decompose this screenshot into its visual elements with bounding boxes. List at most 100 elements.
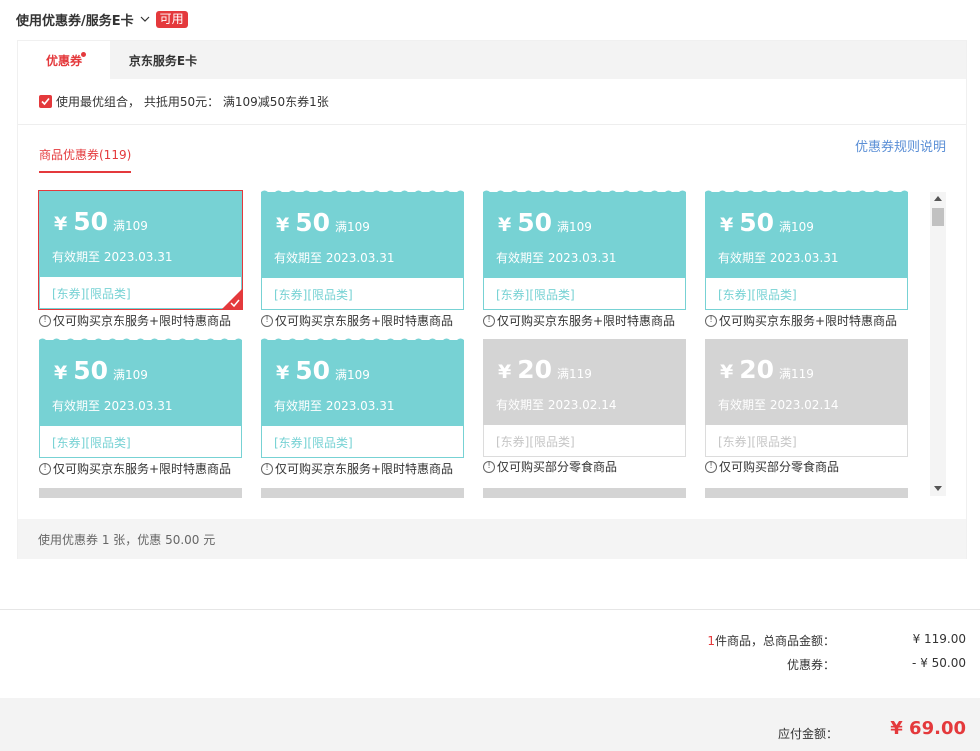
tab-service-ecard-label: 京东服务E卡 <box>128 53 198 68</box>
check-icon <box>41 97 50 106</box>
currency-symbol: ¥ <box>276 214 290 236</box>
coupon-footer: [东券][限品类] <box>483 278 686 310</box>
best-combo-row: 使用最优组合， 共抵用50元： 满109减50东券1张 <box>18 79 966 125</box>
coupon-threshold: 满119 <box>557 367 592 381</box>
coupon-footer: [东券][限品类] <box>39 426 242 458</box>
currency-symbol: ¥ <box>720 361 734 383</box>
goods-total-label: 1件商品，总商品金额： <box>707 632 835 649</box>
coupon-threshold: 满109 <box>113 219 148 233</box>
coupon-tag: [东券][限品类] <box>718 288 797 302</box>
coupon-value: 50 <box>295 356 331 385</box>
coupon-note-text: 仅可购买京东服务+限时特惠商品 <box>275 314 454 328</box>
coupon-tag: [东券][限品类] <box>274 288 353 302</box>
coupon-face: ¥ 50 满109 有效期至 2023.03.31 <box>483 190 686 278</box>
coupon-note: ! 仅可购买京东服务+限时特惠商品 <box>39 460 231 477</box>
goods-total-label-text: 件商品，总商品金额： <box>714 634 835 648</box>
coupon-card[interactable]: ¥ 50 满109 有效期至 2023.03.31 [东券][限品类] <box>261 190 464 310</box>
scrollbar-thumb[interactable] <box>932 208 944 226</box>
item-count: 1 <box>707 634 715 648</box>
tab-service-ecard[interactable]: 京东服务E卡 <box>110 41 216 79</box>
coupon-note: ! 仅可购买京东服务+限时特惠商品 <box>261 460 453 477</box>
coupon-list-scrollbar[interactable] <box>930 192 946 496</box>
coupon-validity: 有效期至 2023.03.31 <box>274 251 395 265</box>
coupon-card-partial[interactable] <box>483 488 686 498</box>
coupon-footer: [东券][限品类] <box>705 278 908 310</box>
coupon-card-disabled: ¥ 20 满119 有效期至 2023.02.14 [东券][限品类] <box>705 339 908 457</box>
payment-footer: 应付金额： ¥ 69.00 <box>0 698 980 751</box>
tab-coupons[interactable]: 优惠券 <box>18 41 110 79</box>
tab-coupons-label: 优惠券 <box>45 53 82 68</box>
coupon-tag: [东券][限品类] <box>52 436 131 450</box>
coupon-value: 50 <box>517 208 553 237</box>
info-icon: ! <box>261 314 273 327</box>
coupon-face: ¥ 20 满119 有效期至 2023.02.14 <box>483 339 686 425</box>
coupon-validity: 有效期至 2023.03.31 <box>496 251 617 265</box>
coupon-panel: 优惠券 京东服务E卡 使用最优组合， 共抵用50元： 满109减50东券1张 商… <box>17 40 967 559</box>
coupon-validity: 有效期至 2023.02.14 <box>718 398 839 412</box>
coupon-note-text: 仅可购买部分零食商品 <box>719 460 840 474</box>
coupon-card-disabled: ¥ 20 满119 有效期至 2023.02.14 [东券][限品类] <box>483 339 686 457</box>
amount-due-label: 应付金额： <box>777 727 838 741</box>
coupon-validity: 有效期至 2023.03.31 <box>52 399 173 413</box>
new-dot-indicator <box>81 52 86 57</box>
currency-symbol: ¥ <box>54 362 68 384</box>
coupon-footer: [东券][限品类] <box>483 425 686 457</box>
currency-symbol: ¥ <box>276 362 290 384</box>
coupon-footer: [东券][限品类] <box>39 277 242 309</box>
coupon-value: 50 <box>739 208 775 237</box>
coupon-face: ¥ 50 满109 有效期至 2023.03.31 <box>261 190 464 278</box>
coupon-validity: 有效期至 2023.03.31 <box>274 399 395 413</box>
coupon-threshold: 满119 <box>779 367 814 381</box>
coupon-tag: [东券][限品类] <box>52 287 131 301</box>
coupon-note-text: 仅可购买部分零食商品 <box>497 460 618 474</box>
coupon-card-partial[interactable] <box>261 488 464 498</box>
coupon-card[interactable]: ¥ 50 满109 有效期至 2023.03.31 [东券][限品类] <box>705 190 908 310</box>
coupon-face: ¥ 50 满109 有效期至 2023.03.31 <box>39 338 242 426</box>
coupon-card[interactable]: ¥ 50 满109 有效期至 2023.03.31 [东券][限品类] <box>483 190 686 310</box>
coupon-note-text: 仅可购买京东服务+限时特惠商品 <box>53 314 232 328</box>
coupon-rules-link[interactable]: 优惠券规则说明 <box>855 136 946 155</box>
scroll-down-icon[interactable] <box>934 486 942 491</box>
currency-symbol: ¥ <box>54 213 68 235</box>
coupon-amount: ¥ 50 满109 <box>54 207 148 236</box>
coupon-card[interactable]: ¥ 50 满109 有效期至 2023.03.31 [东券][限品类] <box>261 338 464 458</box>
coupon-threshold: 满109 <box>335 368 370 382</box>
coupon-card[interactable]: ¥ 50 满109 有效期至 2023.03.31 [东券][限品类] <box>38 190 243 310</box>
coupon-threshold: 满109 <box>113 368 148 382</box>
info-icon: ! <box>261 462 273 475</box>
coupon-footer: [东券][限品类] <box>261 278 464 310</box>
coupon-section-header[interactable]: 使用优惠券/服务E卡 可用 <box>16 8 188 30</box>
ticket-edge-decoration <box>261 190 464 195</box>
coupon-note-text: 仅可购买京东服务+限时特惠商品 <box>497 314 676 328</box>
best-combo-checkbox[interactable] <box>39 95 52 108</box>
coupon-face: ¥ 50 满109 有效期至 2023.03.31 <box>261 338 464 426</box>
coupon-value: 20 <box>517 355 553 384</box>
coupon-value: 50 <box>73 356 109 385</box>
coupon-tag: [东券][限品类] <box>718 435 797 449</box>
coupon-amount: ¥ 50 满109 <box>276 356 370 385</box>
coupon-card[interactable]: ¥ 50 满109 有效期至 2023.03.31 [东券][限品类] <box>39 338 242 458</box>
coupon-amount: ¥ 50 满109 <box>498 208 592 237</box>
coupon-threshold: 满109 <box>335 220 370 234</box>
coupon-tag: [东券][限品类] <box>496 288 575 302</box>
tab-bar: 优惠券 京东服务E卡 <box>18 41 966 79</box>
tab-product-coupons[interactable]: 商品优惠券(119) <box>39 146 132 173</box>
coupon-amount: ¥ 50 满109 <box>720 208 814 237</box>
coupon-face: ¥ 50 满109 有效期至 2023.03.31 <box>705 190 908 278</box>
chevron-down-icon[interactable] <box>140 14 150 24</box>
coupon-card-partial[interactable] <box>39 488 242 498</box>
info-icon: ! <box>483 314 495 327</box>
coupon-face: ¥ 20 满119 有效期至 2023.02.14 <box>705 339 908 425</box>
coupon-usage-summary: 使用优惠券 1 张，优惠 50.00 元 <box>18 519 966 559</box>
coupon-tag: [东券][限品类] <box>274 436 353 450</box>
section-title: 使用优惠券/服务E卡 <box>16 13 134 29</box>
scroll-up-icon[interactable] <box>934 196 942 201</box>
coupon-footer: [东券][限品类] <box>261 426 464 458</box>
amount-due-value: ¥ 69.00 <box>890 718 966 739</box>
coupon-validity: 有效期至 2023.03.31 <box>52 250 173 264</box>
info-icon: ! <box>705 314 717 327</box>
best-combo-text: 使用最优组合， 共抵用50元： 满109减50东券1张 <box>56 95 329 109</box>
ticket-edge-decoration <box>483 190 686 195</box>
coupon-card-partial[interactable] <box>705 488 908 498</box>
coupon-threshold: 满109 <box>779 220 814 234</box>
